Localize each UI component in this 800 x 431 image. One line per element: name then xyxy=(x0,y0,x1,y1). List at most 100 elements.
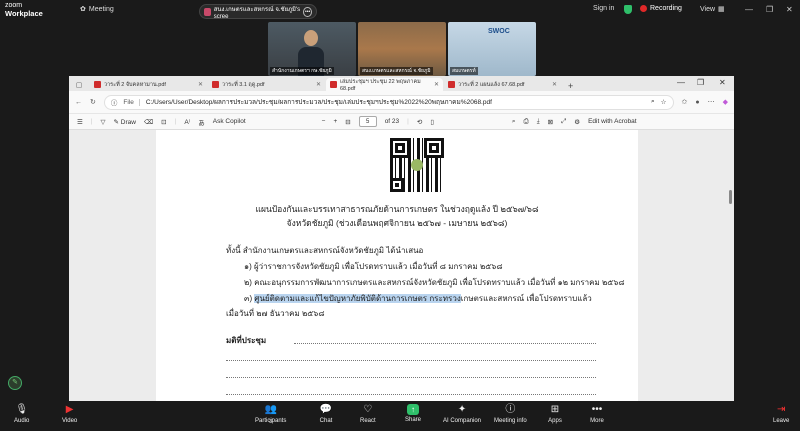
browser-tab[interactable]: วาระที่ 2 แผนแล้ง 67.68.pdf ✕ xyxy=(444,78,561,91)
expand-icon[interactable]: ⤢ xyxy=(561,118,566,126)
translate-icon[interactable]: あ xyxy=(198,117,205,127)
tab-actions-icon[interactable]: ▢ xyxy=(73,79,85,91)
browser-tab[interactable]: วาระที่ 2 จับคลหามาน.pdf ✕ xyxy=(90,78,207,91)
highlight-icon[interactable]: ▽ xyxy=(101,118,106,126)
participants-icon: 👥3 xyxy=(264,404,277,425)
minimize-icon[interactable]: — xyxy=(677,78,685,87)
close-tab-icon[interactable]: ✕ xyxy=(434,81,439,88)
info-icon: ⓘ xyxy=(110,100,118,107)
close-icon[interactable]: ✕ xyxy=(719,78,726,87)
zoom-in-button[interactable]: + xyxy=(333,118,337,125)
rotate-icon[interactable]: ⟲ xyxy=(417,118,422,126)
dotted-line xyxy=(226,360,596,361)
share-icon xyxy=(204,7,211,16)
screen-share-indicator[interactable]: สนง.เกษตรและสหกรณ์ จ.ชัยภูมิ's scree ••• xyxy=(199,4,317,20)
leave-button[interactable]: ⇥ Leave xyxy=(773,404,789,424)
chat-button[interactable]: 💬 Chat xyxy=(319,404,333,424)
page-number-input[interactable]: 5 xyxy=(358,116,377,127)
ai-sparkle-icon: ✦ xyxy=(457,404,467,415)
save-as-icon[interactable]: ⊠ xyxy=(548,118,553,126)
browser-tab-active[interactable]: เล่มประชุมฯ ประชุม 22 พฤษภาคม 68.pdf ✕ xyxy=(326,78,443,92)
address-input[interactable]: ⓘ File C:/Users/User/Desktop/ผลการประมวล… xyxy=(103,94,674,110)
participants-button[interactable]: 👥3 Participants xyxy=(255,404,286,425)
draw-icon: ✎ xyxy=(113,118,119,126)
grid-icon: ▦ xyxy=(718,6,725,13)
zoom-logo: zoom Workplace xyxy=(5,2,43,18)
react-button[interactable]: ♡ React xyxy=(360,404,376,424)
zoom-icon[interactable]: ⌕ xyxy=(651,98,655,106)
print-icon[interactable]: ⎙ xyxy=(524,118,529,126)
zoom-out-button[interactable]: − xyxy=(322,118,326,125)
edit-with-acrobat-button[interactable]: Edit with Acrobat xyxy=(588,118,636,125)
recording-indicator[interactable]: Recording xyxy=(640,5,682,12)
participant-tile[interactable]: สนง.เกษตรและสหกรณ์ จ.ชัยภูมิ xyxy=(358,22,446,76)
contents-icon[interactable]: ☰ xyxy=(77,118,83,126)
info-icon: ⓘ xyxy=(505,404,516,415)
pdf-page: แผนป้องกันและบรรเทาสาธารณภัยด้านการเกษตร… xyxy=(156,130,638,401)
close-tab-icon[interactable]: ✕ xyxy=(552,81,557,88)
view-button[interactable]: View ▦ xyxy=(700,5,725,14)
close-tab-icon[interactable]: ✕ xyxy=(316,81,321,88)
apps-button[interactable]: ⊞ Apps xyxy=(548,404,562,424)
copilot-icon[interactable]: ◆ xyxy=(723,98,728,106)
dotted-line xyxy=(226,394,596,395)
meeting-info-button[interactable]: ⓘ Meeting info xyxy=(494,404,527,424)
favorite-icon[interactable]: ☆ xyxy=(661,98,667,106)
chat-icon: 💬 xyxy=(319,404,333,415)
browser-tab-bar: ▢ วาระที่ 2 จับคลหามาน.pdf ✕ วาระที่ 3.1… xyxy=(69,76,734,92)
video-button[interactable]: ▶ Video xyxy=(62,404,77,424)
ask-copilot-button[interactable]: Ask Copilot xyxy=(213,118,246,125)
doc-title-line2: จังหวัดชัยภูมิ (ช่วงเดือนพฤศจิกายน ๒๕๖๗ … xyxy=(286,218,508,228)
maximize-icon[interactable]: ❐ xyxy=(697,78,704,87)
doc-item-2: ๒) คณะอนุกรรมการพัฒนาการเกษตรและสหกรณ์จั… xyxy=(244,278,625,287)
meeting-icon: ✿ xyxy=(80,6,86,13)
search-icon[interactable]: ⌕ xyxy=(512,118,516,126)
read-aloud-icon[interactable]: A⁾ xyxy=(184,118,190,126)
close-icon[interactable]: ✕ xyxy=(786,5,793,14)
more-button[interactable]: ••• More xyxy=(590,404,604,424)
pdf-icon xyxy=(212,81,219,88)
qr-code xyxy=(390,138,444,192)
eraser-icon[interactable]: ⌫ xyxy=(144,118,153,126)
doc-title-line1: แผนป้องกันและบรรเทาสาธารณภัยด้านการเกษตร… xyxy=(255,204,539,214)
annotate-floating-icon[interactable]: ✎ xyxy=(8,376,22,390)
minimize-icon[interactable]: — xyxy=(745,5,753,14)
new-tab-icon[interactable]: + xyxy=(562,81,579,91)
share-button[interactable]: ↑ Share xyxy=(405,404,421,423)
browser-tab[interactable]: วาระที่ 3.1 ฤดู.pdf ✕ xyxy=(208,78,325,91)
settings-icon[interactable]: ⚙ xyxy=(574,118,580,126)
dotted-line xyxy=(226,377,596,378)
sign-in-button[interactable]: Sign in xyxy=(593,5,614,12)
microphone-icon: 🎙 xyxy=(15,404,29,415)
record-dot-icon xyxy=(640,5,647,12)
participant-tile[interactable]: สำนักงานเกษตรฯ กษ.ชัยภูมิ xyxy=(268,22,356,76)
dotted-line xyxy=(294,343,596,344)
heart-icon: ♡ xyxy=(363,404,373,415)
audio-button[interactable]: 🎙 Audio xyxy=(14,404,29,424)
scrollbar-thumb[interactable] xyxy=(729,190,732,204)
pdf-toolbar: ☰ | ▽ ✎ Draw ⌫ ⊡ | A⁾ あ Ask Copilot − + … xyxy=(69,113,734,130)
ai-companion-button[interactable]: ✦ AI Companion xyxy=(443,404,481,424)
fit-page-icon[interactable]: ⊟ xyxy=(345,118,350,126)
page-view-icon[interactable]: ▯ xyxy=(430,118,434,126)
favorites-icon[interactable]: ✩ xyxy=(682,98,688,106)
pdf-icon xyxy=(94,81,101,88)
text-icon[interactable]: ⊡ xyxy=(161,118,166,126)
close-tab-icon[interactable]: ✕ xyxy=(198,81,203,88)
participant-tile[interactable]: SWOC สมเกษตรท์ xyxy=(448,22,536,76)
meeting-button[interactable]: ✿ Meeting xyxy=(80,5,114,14)
save-icon[interactable]: ⤓ xyxy=(537,118,540,126)
draw-button[interactable]: ✎ Draw xyxy=(114,118,136,126)
pdf-viewer[interactable]: แผนป้องกันและบรรเทาสาธารณภัยด้านการเกษตร… xyxy=(69,130,734,401)
maximize-icon[interactable]: ❐ xyxy=(766,5,773,14)
pdf-icon xyxy=(448,81,455,88)
back-icon[interactable]: ← xyxy=(75,99,82,106)
refresh-icon[interactable]: ↻ xyxy=(90,98,96,106)
encryption-shield-icon[interactable] xyxy=(624,5,632,14)
doc-item-3: ๓) ศูนย์ติดตามและแก้ไขปัญหาภัยพิบัติด้าน… xyxy=(244,294,592,303)
more-options-icon[interactable]: ••• xyxy=(303,6,312,17)
profile-icon[interactable]: ● xyxy=(695,99,699,106)
menu-icon[interactable]: ⋯ xyxy=(708,98,715,106)
swoc-logo: SWOC xyxy=(488,28,510,35)
doc-item-1: ๑) ผู้ว่าราชการจังหวัดชัยภูมิ เพื่อโปรดท… xyxy=(244,262,503,271)
